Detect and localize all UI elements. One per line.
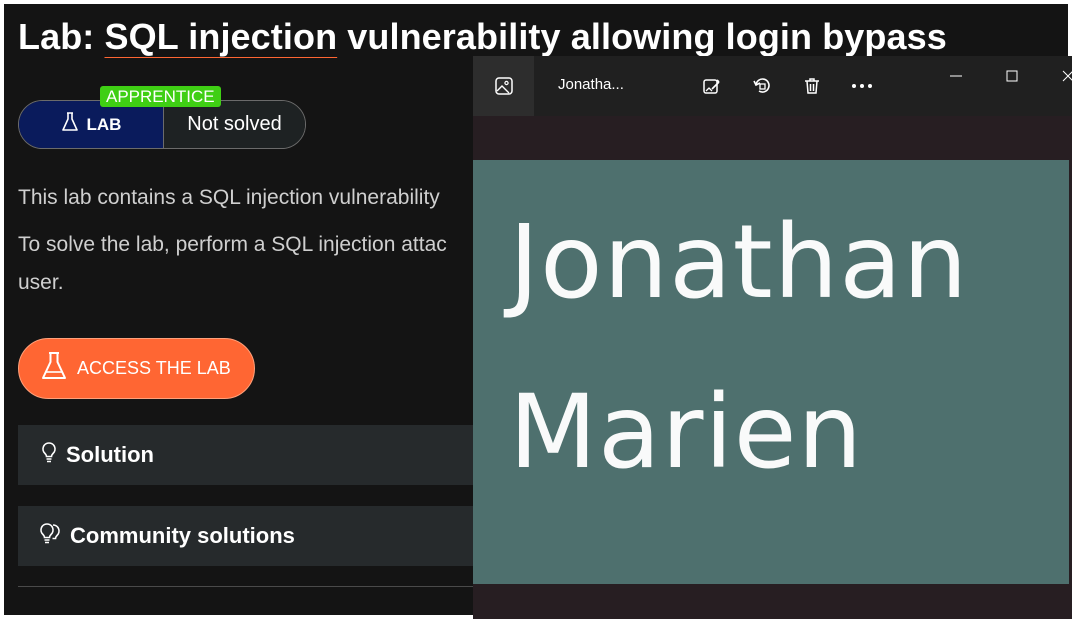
file-name: Jonatha... bbox=[558, 76, 624, 93]
lab-label: LAB bbox=[86, 114, 122, 134]
flask-icon bbox=[61, 112, 79, 137]
gallery-icon[interactable] bbox=[473, 56, 534, 116]
community-solutions-label: Community solutions bbox=[70, 523, 295, 548]
level-badge: APPRENTICE bbox=[100, 86, 221, 107]
flask-icon bbox=[41, 351, 67, 386]
description-line-1: This lab contains a SQL injection vulner… bbox=[18, 186, 440, 209]
lab-status-pill: LAB Not solved bbox=[18, 100, 306, 149]
delete-icon[interactable] bbox=[798, 72, 826, 100]
lightbulbs-icon bbox=[38, 521, 64, 551]
photo-viewer: Jonathan Marien bbox=[473, 116, 1072, 619]
access-lab-button[interactable]: ACCESS THE LAB bbox=[18, 338, 255, 399]
photo-text-line-2: Marien bbox=[509, 373, 864, 492]
rotate-icon[interactable] bbox=[748, 72, 776, 100]
title-topic-link[interactable]: SQL injection bbox=[105, 16, 338, 57]
access-lab-label: ACCESS THE LAB bbox=[77, 358, 231, 378]
title-prefix: Lab: bbox=[18, 16, 105, 57]
photo-image: Jonathan Marien bbox=[473, 160, 1069, 584]
photos-window: Jonatha... Jonathan Marien bbox=[473, 56, 1072, 619]
more-icon[interactable] bbox=[848, 72, 876, 100]
photo-text-line-1: Jonathan bbox=[509, 203, 969, 322]
description-line-3: user. bbox=[18, 271, 64, 294]
lab-type: LAB bbox=[19, 101, 164, 148]
edit-image-icon[interactable] bbox=[698, 72, 726, 100]
description-line-2: To solve the lab, perform a SQL injectio… bbox=[18, 233, 447, 256]
minimize-icon[interactable] bbox=[941, 64, 971, 88]
title-suffix: vulnerability allowing login bypass bbox=[337, 16, 947, 57]
page-title: Lab: SQL injection vulnerability allowin… bbox=[18, 16, 947, 58]
lightbulb-icon bbox=[38, 440, 60, 470]
close-icon[interactable] bbox=[1053, 64, 1072, 88]
solution-label: Solution bbox=[66, 442, 154, 467]
photos-titlebar[interactable]: Jonatha... bbox=[473, 56, 1072, 116]
lab-status: Not solved bbox=[164, 101, 305, 148]
maximize-icon[interactable] bbox=[997, 64, 1027, 88]
